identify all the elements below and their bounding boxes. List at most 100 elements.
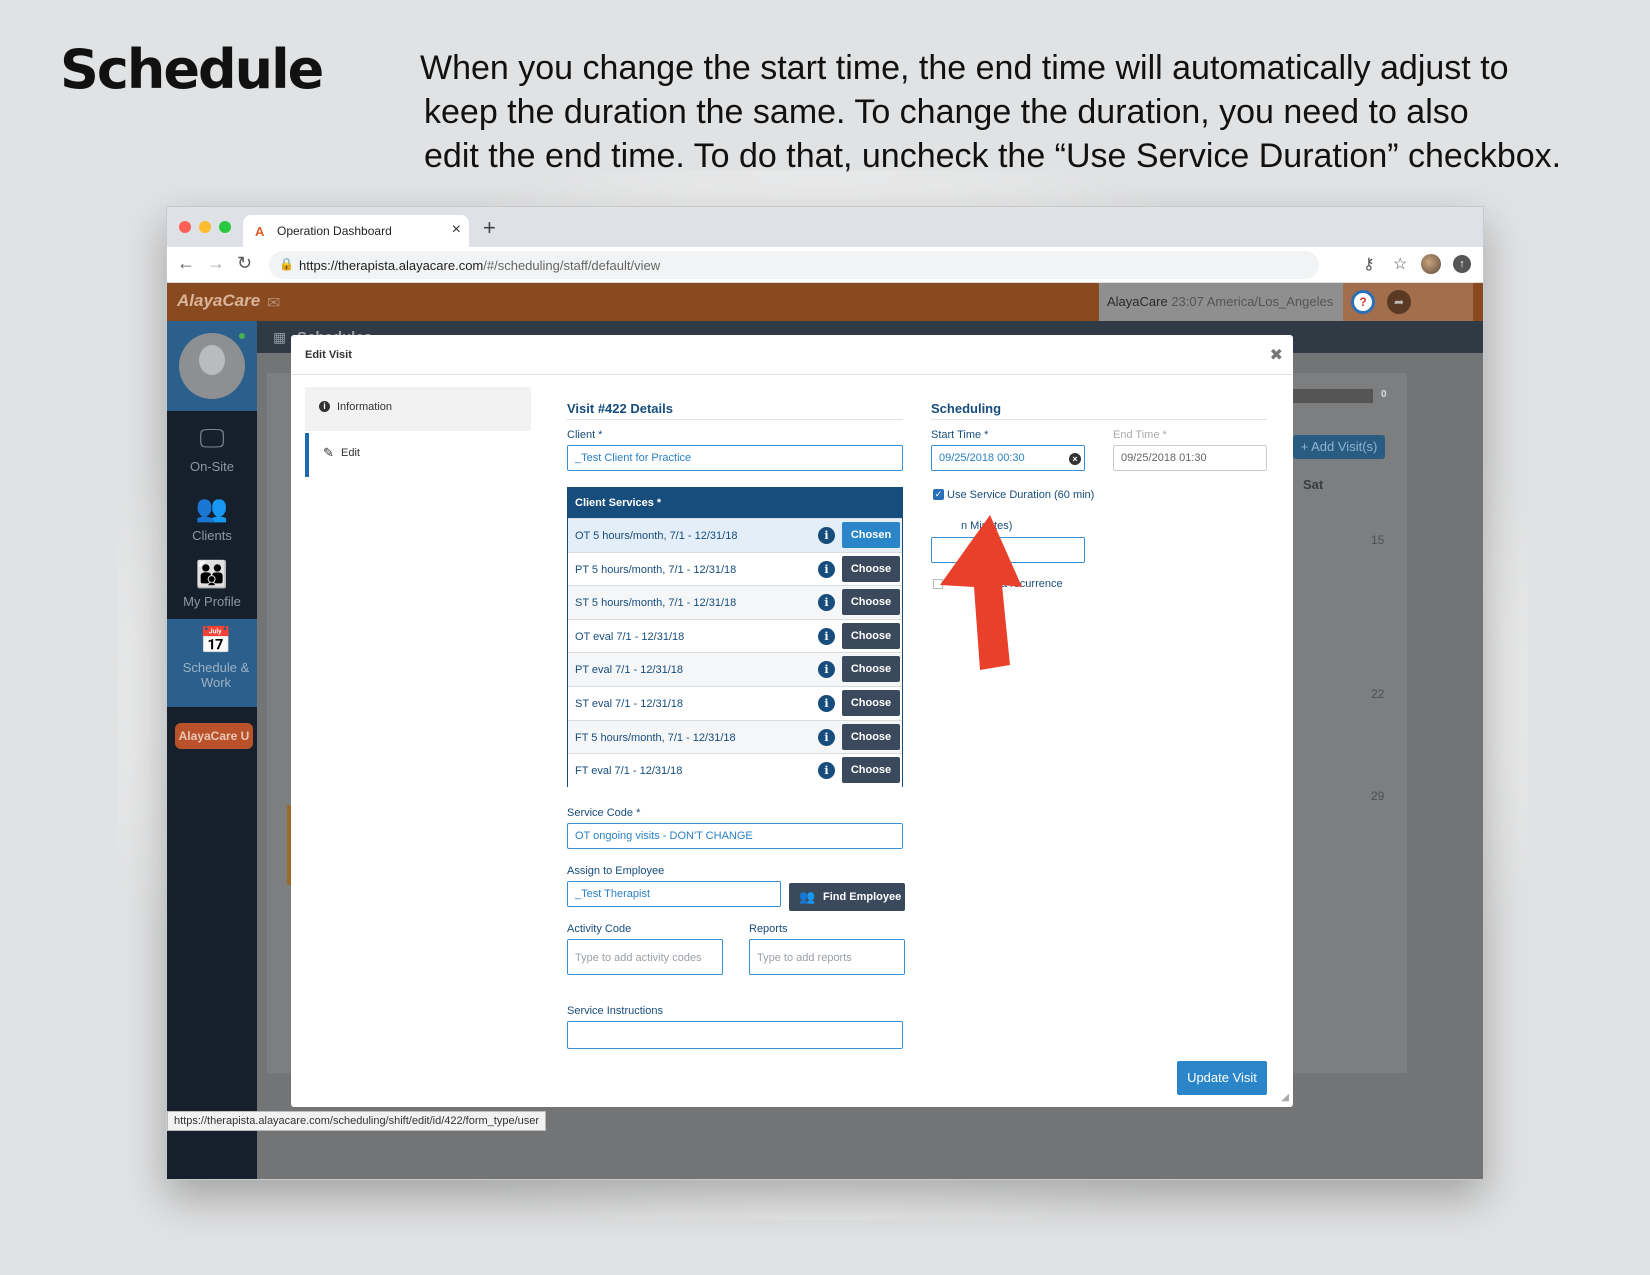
resize-handle-icon[interactable]: ◢ — [1281, 1092, 1289, 1103]
info-icon[interactable]: i — [818, 627, 835, 645]
list-item[interactable]: FT eval 7/1 - 12/31/18 i Choose — [568, 753, 902, 787]
clear-icon[interactable]: × — [1069, 453, 1081, 465]
bookmark-star-icon[interactable]: ☆ — [1393, 254, 1407, 274]
list-item[interactable]: OT eval 7/1 - 12/31/18 i Choose — [568, 618, 902, 653]
scheduling-title: Scheduling — [931, 401, 1267, 420]
close-icon[interactable]: ✖ — [1270, 345, 1283, 365]
calendar-day[interactable]: 29 — [1371, 789, 1384, 803]
client-input[interactable]: _Test Client for Practice — [567, 445, 903, 471]
info-icon[interactable]: i — [818, 661, 835, 679]
sidebar-item-my-profile[interactable]: 👪 My Profile — [167, 553, 257, 623]
key-icon[interactable]: ⚷ — [1363, 254, 1375, 274]
chosen-button[interactable]: Chosen — [842, 522, 900, 548]
info-icon[interactable]: i — [818, 594, 835, 612]
profile-avatar[interactable] — [1421, 254, 1441, 274]
service-label: OT eval 7/1 - 12/31/18 — [575, 630, 685, 643]
info-icon[interactable]: i — [818, 560, 835, 578]
app-viewport: AlayaCare ✉ AlayaCare 23:07 America/Los_… — [167, 283, 1483, 1179]
use-service-duration-label: Use Service Duration (60 min) — [947, 489, 1095, 501]
list-item[interactable]: OT 5 hours/month, 7/1 - 12/31/18 i Chose… — [568, 518, 902, 552]
find-employee-button[interactable]: 👥 Find Employee — [789, 883, 905, 911]
service-instructions-input[interactable] — [567, 1021, 903, 1049]
calendar-day[interactable]: 22 — [1371, 687, 1384, 701]
choose-button[interactable]: Choose — [842, 723, 900, 750]
new-tab-icon[interactable]: + — [483, 215, 496, 241]
avatar[interactable] — [179, 333, 245, 399]
info-icon[interactable]: i — [818, 527, 835, 544]
calendar-icon: ▦ — [273, 329, 287, 345]
tab-edit[interactable]: ✎ Edit — [305, 433, 531, 477]
tab-title: Operation Dashboard — [277, 224, 392, 238]
service-code-input[interactable]: OT ongoing visits - DON'T CHANGE — [567, 823, 903, 849]
page-description: When you change the start time, the end … — [420, 46, 1600, 178]
browser-window: A Operation Dashboard × + ← → ↻ 🔒 https:… — [166, 206, 1484, 1180]
day-header-sat: Sat — [1303, 477, 1324, 492]
close-tab-icon[interactable]: × — [452, 221, 461, 239]
forward-icon[interactable]: → — [207, 253, 225, 274]
pencil-icon: ✎ — [323, 445, 334, 460]
sidebar-item-label: My Profile — [183, 594, 241, 609]
sidebar-item-label: Clients — [192, 528, 232, 543]
sidebar-item-schedule-work[interactable]: 📅 Schedule & Work — [167, 619, 265, 707]
maximize-window-button[interactable] — [219, 221, 231, 233]
reports-input[interactable]: Type to add reports — [749, 939, 905, 975]
services-header: Client Services * — [568, 488, 902, 518]
browser-tab[interactable]: A Operation Dashboard × — [243, 215, 469, 247]
service-label: FT eval 7/1 - 12/31/18 — [575, 765, 683, 778]
service-label: PT eval 7/1 - 12/31/18 — [575, 664, 684, 677]
page-title: Schedule — [60, 38, 324, 101]
favicon-icon: A — [255, 224, 265, 239]
header-user-name: AlayaCare — [1107, 294, 1168, 309]
logout-icon[interactable]: ➦ — [1387, 290, 1411, 314]
update-visit-button[interactable]: Update Visit — [1177, 1061, 1267, 1095]
sidebar-item-on-site[interactable]: 🖵 On-Site — [167, 417, 257, 487]
end-time-input[interactable]: 09/25/2018 01:30 — [1113, 445, 1267, 471]
list-item[interactable]: PT 5 hours/month, 7/1 - 12/31/18 i Choos… — [568, 551, 902, 586]
choose-button[interactable]: Choose — [842, 555, 900, 582]
employee-input[interactable]: _Test Therapist — [567, 881, 781, 907]
find-employee-label: Find Employee — [823, 891, 902, 903]
header-user-info: AlayaCare 23:07 America/Los_Angeles — [1099, 283, 1343, 321]
choose-button[interactable]: Choose — [842, 622, 900, 649]
minimize-window-button[interactable] — [199, 221, 211, 233]
tab-information[interactable]: i Information — [305, 387, 531, 431]
back-icon[interactable]: ← — [177, 253, 195, 274]
choose-button[interactable]: Choose — [842, 656, 900, 683]
sidebar-item-clients[interactable]: 👥 Clients — [167, 487, 257, 557]
sidebar-profile[interactable] — [167, 321, 257, 411]
activity-code-label: Activity Code — [567, 923, 632, 935]
list-item[interactable]: ST eval 7/1 - 12/31/18 i Choose — [568, 685, 902, 720]
calendar-day[interactable]: 15 — [1371, 533, 1384, 547]
header-time: 23:07 America/Los_Angeles — [1171, 294, 1334, 309]
add-visits-button[interactable]: + Add Visit(s) — [1293, 435, 1385, 459]
address-bar[interactable]: 🔒 https://therapista.alayacare.com/#/sch… — [269, 251, 1319, 279]
choose-button[interactable]: Choose — [842, 589, 900, 616]
description-line: When you change the start time, the end … — [420, 49, 1509, 87]
start-time-input[interactable]: 09/25/2018 00:30 — [931, 445, 1085, 471]
choose-button[interactable]: Choose — [842, 757, 900, 784]
details-title: Visit #422 Details — [567, 401, 903, 420]
info-icon[interactable]: i — [818, 728, 835, 746]
profile-group-icon: 👪 — [195, 559, 229, 589]
help-icon[interactable]: ? — [1351, 290, 1375, 314]
arrow-shape — [940, 515, 1022, 670]
info-icon[interactable]: i — [818, 694, 835, 712]
tab-label: Edit — [341, 447, 360, 459]
close-window-button[interactable] — [179, 221, 191, 233]
mail-icon[interactable]: ✉ — [267, 293, 280, 313]
choose-button[interactable]: Choose — [842, 689, 900, 716]
reload-icon[interactable]: ↻ — [237, 253, 252, 274]
brand-logo[interactable]: AlayaCare — [177, 291, 260, 311]
list-item[interactable]: FT 5 hours/month, 7/1 - 12/31/18 i Choos… — [568, 719, 902, 754]
info-icon[interactable]: i — [818, 762, 835, 780]
tab-label: Information — [337, 401, 393, 413]
browser-toolbar: ← → ↻ 🔒 https://therapista.alayacare.com… — [167, 247, 1483, 283]
use-service-duration-checkbox[interactable]: ✓ — [933, 489, 944, 500]
alayacare-u-button[interactable]: AlayaCare U — [175, 723, 253, 749]
list-item[interactable]: PT eval 7/1 - 12/31/18 i Choose — [568, 652, 902, 686]
extension-icon[interactable]: ↑ — [1453, 255, 1471, 273]
service-label: ST 5 hours/month, 7/1 - 12/31/18 — [575, 597, 737, 610]
activity-code-input[interactable]: Type to add activity codes — [567, 939, 723, 975]
list-item[interactable]: ST 5 hours/month, 7/1 - 12/31/18 i Choos… — [568, 585, 902, 619]
tab-bar: A Operation Dashboard × + — [167, 207, 1483, 247]
